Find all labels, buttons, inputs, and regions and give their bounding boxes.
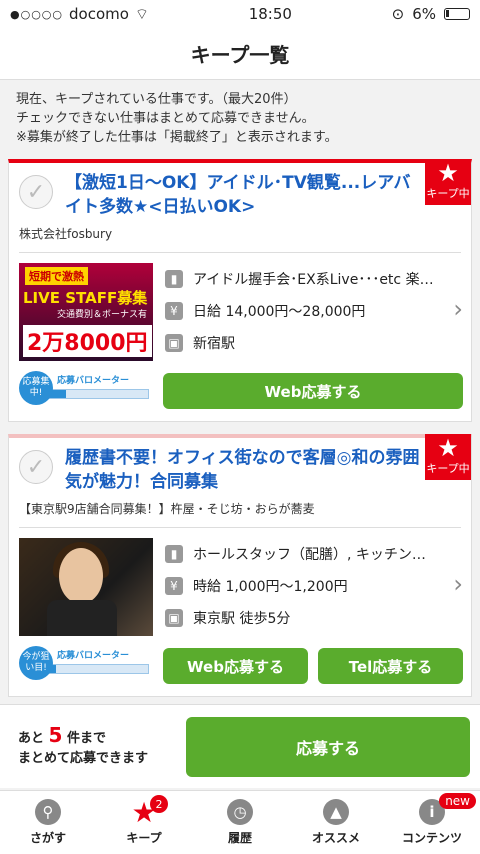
briefcase-icon: ▮ xyxy=(165,545,183,563)
rotation-lock-icon: ⊙ xyxy=(391,5,405,23)
thumb-sub: 交通費別＆ボーナス有 xyxy=(56,310,147,320)
meter-bubble: 応募集中! xyxy=(19,371,53,405)
intro-line-3: ※募集が終了した仕事は「掲載終了」と表示されます。 xyxy=(16,130,338,145)
job-title[interactable]: 履歴書不要！オフィス街なので客層◎和の雰囲気が魅力！合同募集 xyxy=(65,446,423,494)
star-icon: ★ xyxy=(437,159,459,187)
job-summary[interactable]: 短期で激熱 LIVE STAFF募集 交通費別＆ボーナス有 2万8000円 ▮ ア… xyxy=(9,253,471,365)
meter-label: 応募バロメーター xyxy=(57,651,130,661)
tab-contents[interactable]: i new コンテンツ xyxy=(384,791,480,854)
train-icon: ▣ xyxy=(165,334,183,352)
thumb-headline: LIVE STAFF募集 xyxy=(23,289,148,307)
apply-meter: 応募集中! 応募バロメーター xyxy=(19,371,153,411)
yen-icon: ¥ xyxy=(165,577,183,595)
apply-meter: 今が狙い目! 応募バロメーター xyxy=(19,646,153,686)
remaining-suffix: 件まで xyxy=(67,730,107,746)
keep-badge[interactable]: ★ キープ中 xyxy=(425,159,471,205)
signal-icon: ●○○○○ xyxy=(10,7,63,21)
meter-bar xyxy=(45,664,149,674)
bulk-apply-bar: あと 5 件まで まとめて応募できます 応募する xyxy=(0,704,480,788)
job-wage: 時給 1,000円〜1,200円 xyxy=(193,579,348,595)
job-station: 新宿駅 xyxy=(193,336,235,352)
remaining-note: まとめて応募できます xyxy=(18,750,149,766)
keep-badge-label: キープ中 xyxy=(426,462,470,475)
job-card[interactable]: ★ キープ中 ✓ 履歴書不要！オフィス街なので客層◎和の雰囲気が魅力！合同募集 … xyxy=(8,434,472,697)
tab-keep[interactable]: ★ 2 キープ xyxy=(96,791,192,854)
battery-icon xyxy=(443,8,470,20)
yen-icon: ¥ xyxy=(165,302,183,320)
clock-label: 18:50 xyxy=(248,5,292,23)
meter-bubble: 今が狙い目! xyxy=(19,646,53,680)
job-station: 東京駅 徒歩5分 xyxy=(193,611,291,627)
carrier-label: docomo xyxy=(69,5,129,23)
wifi-icon: ⌔ xyxy=(134,4,150,23)
star-icon: ★ xyxy=(437,434,459,462)
job-title[interactable]: 【激短1日〜OK】アイドル･TV観覧...レアバイト多数★<日払いOK> xyxy=(65,171,423,219)
keep-count-badge: 2 xyxy=(150,795,168,813)
tab-search[interactable]: ⚲ さがす xyxy=(0,791,96,854)
bulk-apply-button[interactable]: 応募する xyxy=(186,716,470,777)
new-badge: new xyxy=(439,793,476,809)
meter-bar xyxy=(45,389,149,399)
tab-recommend[interactable]: ▲ オススメ xyxy=(288,791,384,854)
web-apply-button[interactable]: Web応募する xyxy=(163,648,308,684)
web-apply-button[interactable]: Web応募する xyxy=(163,373,463,409)
tab-label: 履歴 xyxy=(227,831,252,845)
battery-label: 6% xyxy=(412,5,436,23)
remaining-number: 5 xyxy=(48,722,63,747)
company-name: 株式会社fosbury xyxy=(19,223,461,253)
thumb-pay: 2万8000円 xyxy=(23,325,152,357)
thumb-tag: 短期で激熱 xyxy=(25,267,88,285)
intro-line-1: 現在、キープされている仕事です。（最大20件） xyxy=(16,92,297,107)
select-checkbox[interactable]: ✓ xyxy=(19,450,53,484)
clock-icon: ◷ xyxy=(227,799,253,825)
search-icon: ⚲ xyxy=(35,799,61,825)
job-details: ▮ ホールスタッフ（配膳）, キッチン… ¥ 時給 1,000円〜1,200円 ▣ 東… xyxy=(153,538,463,636)
tab-label: コンテンツ xyxy=(401,831,462,845)
tab-label: キープ xyxy=(126,831,162,845)
tab-bar: ⚲ さがす ★ 2 キープ ◷ 履歴 ▲ オススメ i new コンテンツ xyxy=(0,790,480,854)
status-bar: ●○○○○ docomo ⌔ 18:50 ⊙ 6% xyxy=(0,0,480,28)
tab-history[interactable]: ◷ 履歴 xyxy=(192,791,288,854)
chevron-right-icon[interactable]: › xyxy=(453,570,463,598)
tab-label: さがす xyxy=(29,831,66,845)
train-icon: ▣ xyxy=(165,609,183,627)
job-thumbnail: 短期で激熱 LIVE STAFF募集 交通費別＆ボーナス有 2万8000円 xyxy=(19,263,153,361)
job-details: ▮ アイドル握手会･EX系Live･･･etc 楽… ¥ 日給 14,000円〜28… xyxy=(153,263,463,361)
job-wage: 日給 14,000円〜28,000円 xyxy=(193,304,366,320)
tab-label: オススメ xyxy=(311,831,360,845)
job-type: アイドル握手会･EX系Live･･･etc 楽… xyxy=(193,272,434,288)
job-type: ホールスタッフ（配膳）, キッチン… xyxy=(193,547,426,563)
meter-label: 応募バロメーター xyxy=(57,376,130,386)
job-summary[interactable]: ▮ ホールスタッフ（配膳）, キッチン… ¥ 時給 1,000円〜1,200円 ▣ 東… xyxy=(9,528,471,640)
thumbs-up-icon: ▲ xyxy=(323,799,349,825)
company-name: 【東京駅9店舗合同募集！】杵屋・そじ坊・おらが蕎麦 xyxy=(19,498,461,528)
select-checkbox[interactable]: ✓ xyxy=(19,175,53,209)
nav-bar: キープ一覧 xyxy=(0,28,480,80)
job-thumbnail xyxy=(19,538,153,636)
keep-badge-label: キープ中 xyxy=(426,187,470,200)
chevron-right-icon[interactable]: › xyxy=(453,295,463,323)
remaining-prefix: あと xyxy=(18,730,45,746)
keep-badge[interactable]: ★ キープ中 xyxy=(425,434,471,480)
tel-apply-button[interactable]: Tel応募する xyxy=(318,648,463,684)
remaining-count: あと 5 件まで まとめて応募できます xyxy=(18,725,186,769)
page-title: キープ一覧 xyxy=(190,43,290,67)
job-card[interactable]: ★ キープ中 ✓ 【激短1日〜OK】アイドル･TV観覧...レアバイト多数★<日… xyxy=(8,159,472,422)
intro-line-2: チェックできない仕事はまとめて応募できません。 xyxy=(16,111,315,126)
intro-text: 現在、キープされている仕事です。（最大20件） チェックできない仕事はまとめて応… xyxy=(0,80,480,159)
briefcase-icon: ▮ xyxy=(165,270,183,288)
